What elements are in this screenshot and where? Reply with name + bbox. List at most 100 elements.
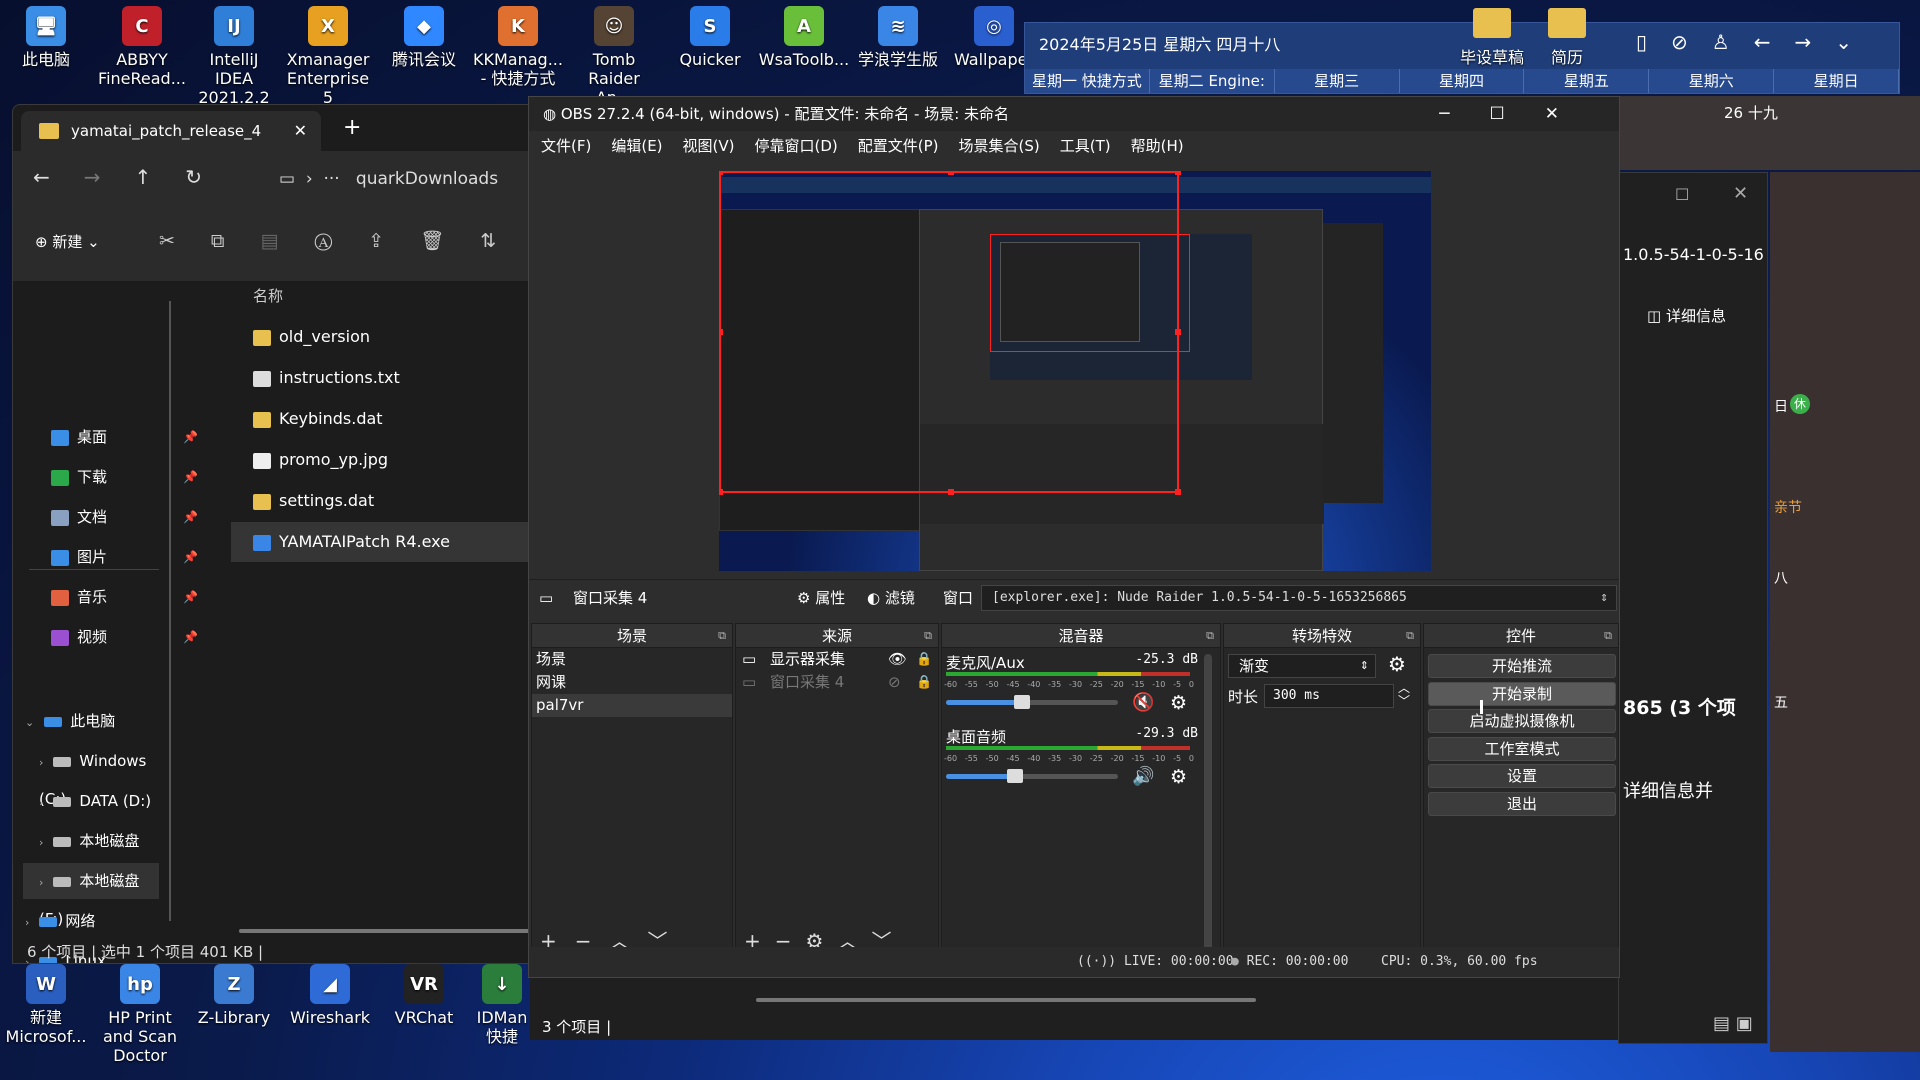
menu-item[interactable]: 停靠窗口(D) [755, 131, 838, 161]
maximize-icon[interactable]: ☐ [1490, 104, 1545, 124]
source-bbox[interactable] [719, 171, 1181, 495]
bbox-handle[interactable] [1175, 171, 1181, 175]
close-icon[interactable]: ✕ [1733, 183, 1748, 204]
calendar-day[interactable]: 星期六 [1649, 69, 1775, 93]
menu-item[interactable]: 帮助(H) [1131, 131, 1184, 161]
scene-item[interactable]: 网课 [532, 671, 732, 694]
source-item[interactable]: ▭ 显示器采集 👁 🔒 [736, 648, 938, 671]
chevron-right-icon[interactable]: › [25, 916, 29, 929]
breadcrumb[interactable]: ▭ › ··· quarkDownloads [279, 169, 498, 189]
lock-icon[interactable]: 🔒 [916, 648, 932, 671]
menu-item[interactable]: 视图(V) [683, 131, 735, 161]
desktop-icon[interactable]: ☺Tomb Raider An... [568, 6, 660, 107]
control-button[interactable]: 退出 [1428, 791, 1616, 816]
popout-icon[interactable]: ⧉ [924, 624, 932, 648]
copy-icon[interactable]: ⧉ [211, 230, 261, 252]
obs-preview[interactable] [719, 171, 1431, 571]
bbox-handle[interactable] [719, 171, 723, 175]
explorer-tab[interactable]: yamatai_patch_release_4 ✕ [21, 111, 321, 151]
menu-item[interactable]: 配置文件(P) [858, 131, 939, 161]
sort-icon[interactable]: ⇅ [480, 230, 532, 252]
desktop-icon[interactable]: 🖥 此电脑 [0, 6, 92, 69]
bbox-handle[interactable] [948, 489, 954, 495]
desktop-icon[interactable]: C ABBYY FineRead... [96, 6, 188, 88]
sidebar-item-quick[interactable]: 文档 📌 [51, 499, 198, 535]
forward-icon[interactable]: → [84, 165, 135, 189]
chevron-right-icon[interactable]: › [39, 876, 43, 889]
bbox-handle[interactable] [719, 489, 723, 495]
chevron-right-icon[interactable]: › [39, 756, 43, 769]
scrollbar[interactable] [756, 998, 1256, 1002]
control-button[interactable]: 开始推流 [1428, 654, 1616, 678]
duration-input[interactable]: 300 ms [1264, 684, 1394, 708]
details-button[interactable]: ◫ 详细信息 [1647, 305, 1726, 326]
chevron-right-icon[interactable]: › [39, 836, 43, 849]
desktop-icon[interactable]: K KKManag... - 快捷方式 [472, 6, 564, 88]
paste-icon[interactable]: ▤ [261, 230, 315, 252]
bbox-handle[interactable] [1175, 329, 1181, 335]
sidebar-item-quick[interactable]: 视频 📌 [51, 619, 198, 655]
maximize-icon[interactable]: ☐ [1675, 185, 1689, 204]
desktop-icon[interactable]: S Quicker [664, 6, 756, 69]
control-button[interactable]: 工作室模式 [1428, 736, 1616, 761]
delete-icon[interactable]: 🗑 [420, 230, 480, 252]
file-row[interactable]: YAMATAIPatch R4.exe [231, 522, 531, 562]
gear-icon[interactable]: ⚙ [1170, 692, 1187, 714]
desktop-icon[interactable]: VR VRChat [378, 964, 470, 1027]
bbox-handle[interactable] [1175, 489, 1181, 495]
new-tab-icon[interactable]: + [343, 115, 361, 140]
scene-item[interactable]: 场景 [532, 648, 732, 671]
file-row[interactable]: promo_yp.jpg [231, 440, 531, 480]
desktop-icon[interactable]: ◢ Wireshark [284, 964, 376, 1027]
mixer-scrollbar[interactable] [1204, 654, 1212, 950]
pin-icon[interactable]: 📌 [183, 579, 198, 615]
speaker-icon[interactable]: 🔊 [1132, 766, 1154, 787]
menu-item[interactable]: 工具(T) [1060, 131, 1111, 161]
arrow-right-icon[interactable]: → [1794, 30, 1835, 54]
gear-icon[interactable]: ⚙ [1170, 766, 1187, 788]
popout-icon[interactable]: ⧉ [1406, 624, 1414, 648]
file-row[interactable]: old_version [231, 317, 531, 357]
chevron-down-icon[interactable]: ⌄ [25, 716, 34, 729]
cut-icon[interactable]: ✂ [159, 230, 211, 252]
sidebar-item-quick[interactable]: 下载 📌 [51, 459, 198, 495]
sync-icon[interactable]: ⊘ [1671, 30, 1712, 54]
horizontal-scrollbar[interactable] [239, 929, 539, 933]
menu-item[interactable]: 场景集合(S) [959, 131, 1040, 161]
transition-select[interactable]: 渐变 ⇕ [1228, 654, 1376, 678]
bbox-handle[interactable] [719, 329, 723, 335]
desktop-icon[interactable]: hp HP Print and Scan Doctor [94, 964, 186, 1065]
sidebar-item-quick[interactable]: 音乐 📌 [51, 579, 198, 615]
scene-item[interactable]: pal7vr [532, 694, 732, 717]
close-icon[interactable]: ✕ [1545, 104, 1599, 124]
control-button[interactable]: 设置 [1428, 764, 1616, 788]
back-icon[interactable]: ← [33, 165, 84, 189]
pin-icon[interactable]: 📌 [183, 419, 198, 455]
source-item[interactable]: ▭ 窗口采集 4 ⊘ 🔒 [736, 671, 938, 694]
user-icon[interactable]: ♙ [1712, 30, 1754, 54]
control-button[interactable]: 启动虚拟摄像机 [1428, 709, 1616, 733]
calendar-day[interactable]: 星期一 快捷方式 [1025, 69, 1150, 93]
desktop-icon[interactable]: W 新建 Microsof... [0, 964, 92, 1046]
desktop-icon-thesis-draft[interactable]: 毕设草稿 [1452, 8, 1532, 68]
menu-item[interactable]: 编辑(E) [611, 131, 662, 161]
desktop-icon[interactable]: A WsaToolb... [758, 6, 850, 69]
sidebar-item-tree[interactable]: ›本地磁盘 (E:) [23, 823, 159, 888]
desktop-icon-resume[interactable]: 简历 [1530, 8, 1604, 68]
minimize-icon[interactable]: ─ [1439, 104, 1489, 124]
chevron-right-icon[interactable]: › [39, 796, 43, 809]
speaker-muted-icon[interactable]: 🔇 [1132, 692, 1154, 713]
pin-icon[interactable]: 📌 [183, 539, 198, 575]
calendar-day[interactable]: 星期三 [1274, 69, 1400, 93]
column-header-name[interactable]: 名称 [253, 285, 283, 306]
sidebar-item-tree[interactable]: ⌄ 此电脑 [13, 703, 159, 739]
desktop-icon[interactable]: IJ IntelliJ IDEA 2021.2.2 [188, 6, 280, 107]
sidebar-item-tree[interactable]: ›Windows (C:) [23, 743, 159, 808]
view-toggle-icons[interactable]: ▤ ▣ [1713, 1013, 1753, 1034]
bbox-handle[interactable] [948, 171, 954, 175]
calendar-day[interactable]: 星期日 [1774, 69, 1900, 93]
calendar-day[interactable]: 星期五 [1524, 69, 1650, 93]
fader-handle[interactable] [1013, 695, 1030, 709]
pin-icon[interactable]: 📌 [183, 499, 198, 535]
arrow-left-icon[interactable]: ← [1754, 30, 1795, 54]
